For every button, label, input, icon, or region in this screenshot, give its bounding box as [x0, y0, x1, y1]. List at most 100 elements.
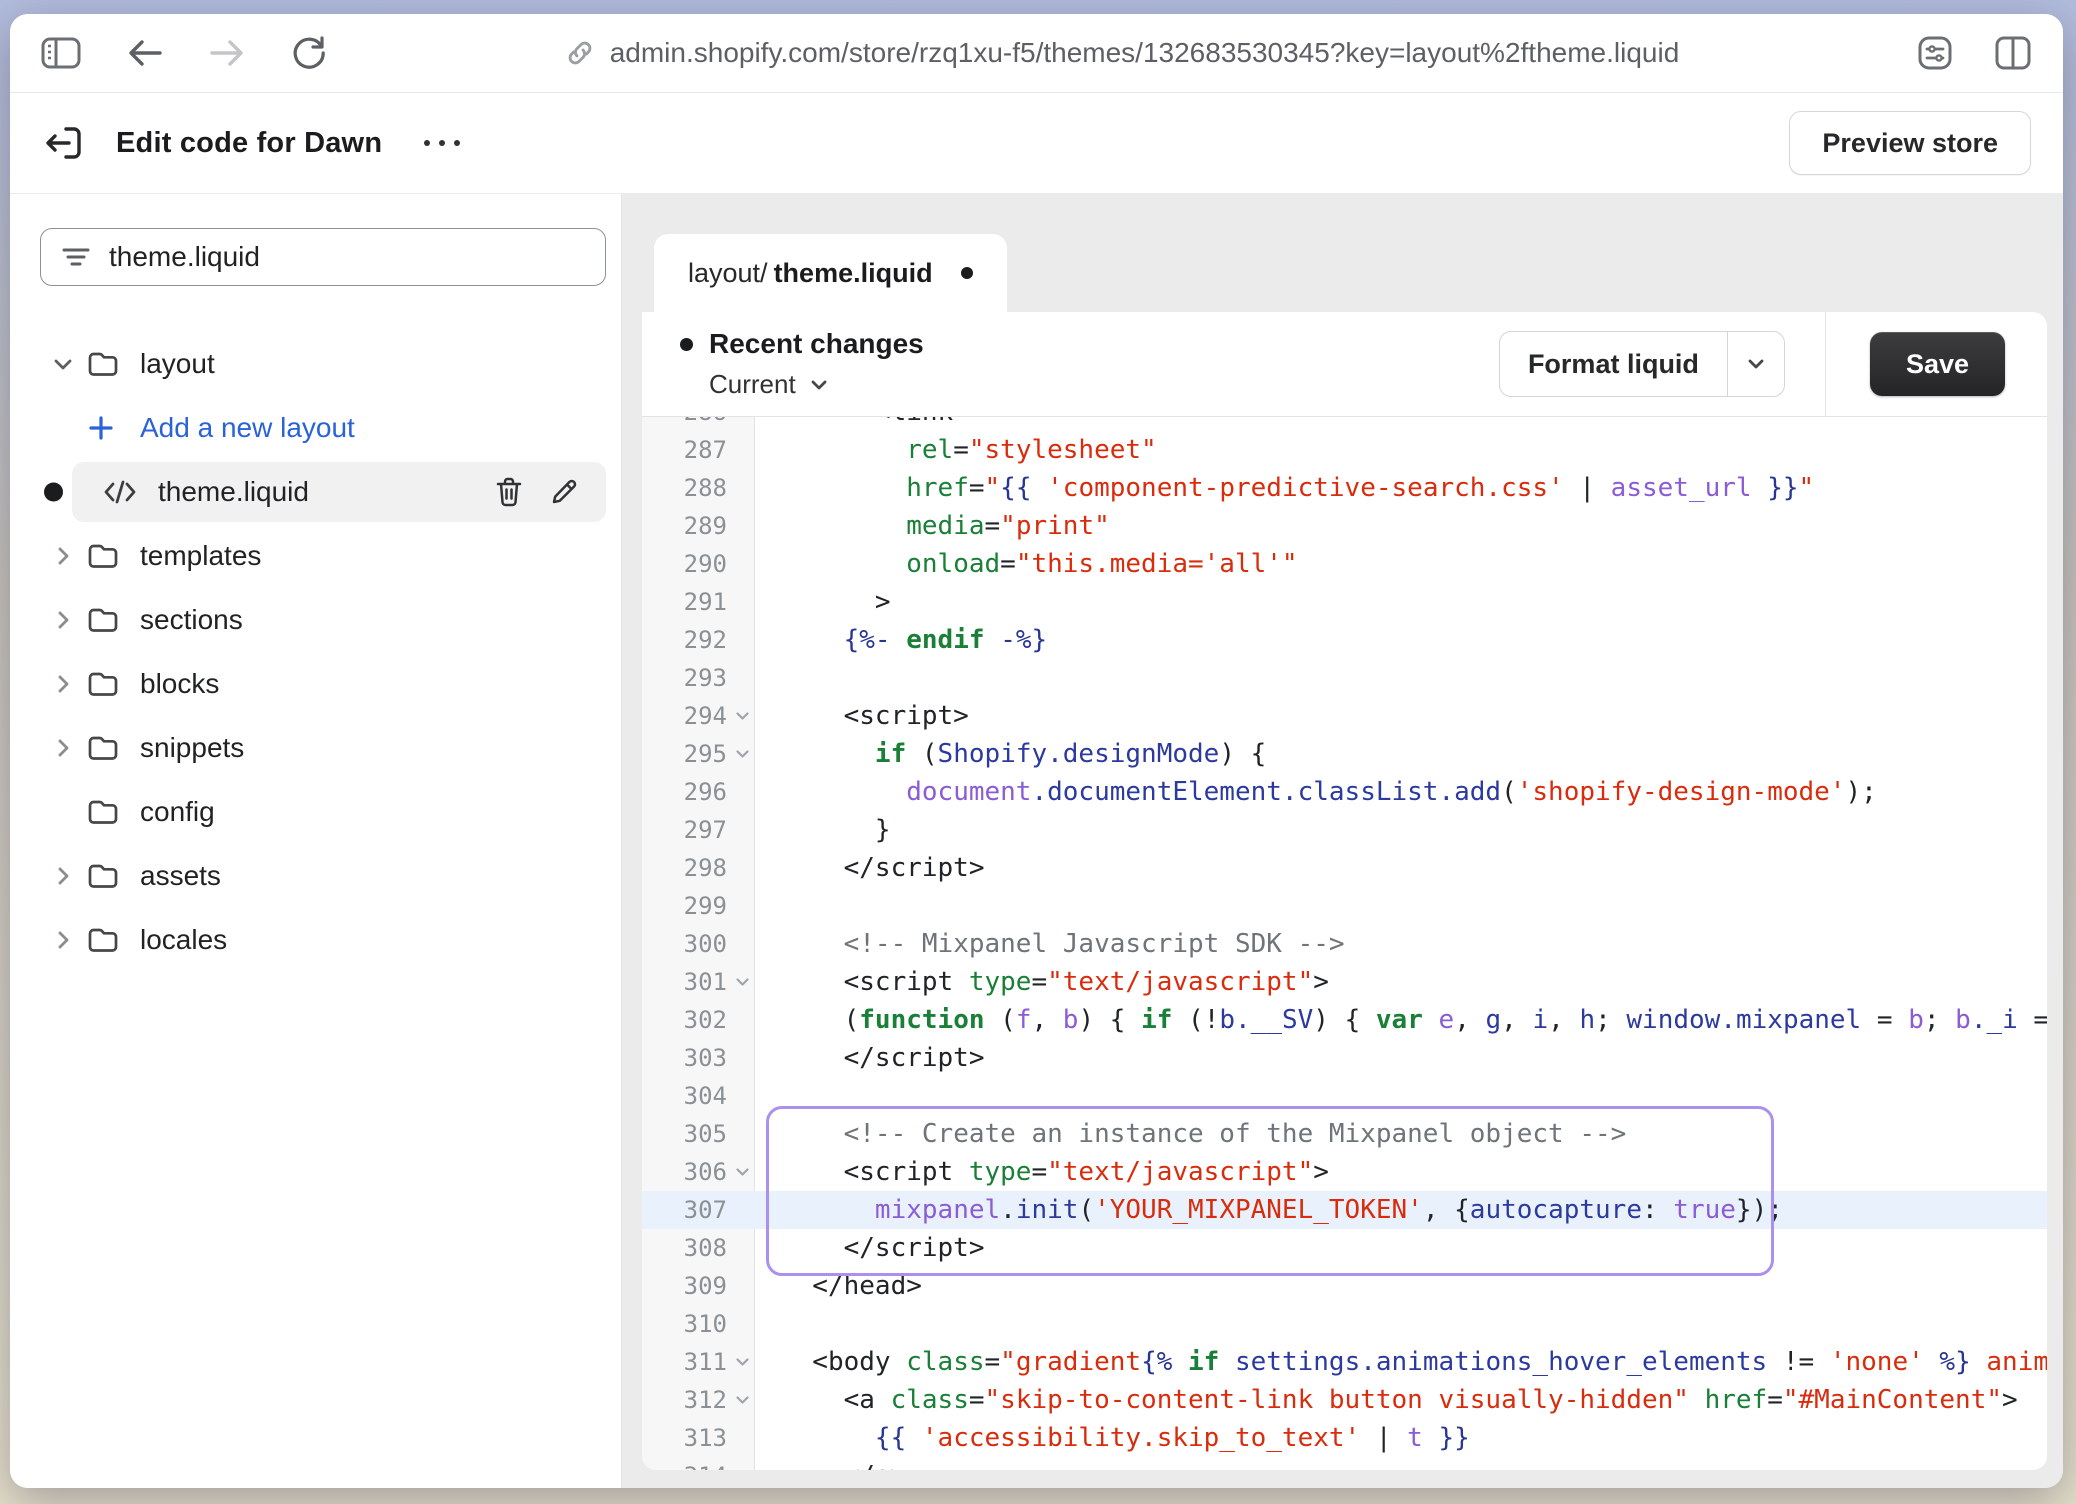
- line-number[interactable]: 302: [642, 1001, 755, 1039]
- code-text[interactable]: [755, 659, 2047, 697]
- code-text[interactable]: <script type="text/javascript">: [755, 1153, 2047, 1191]
- version-dropdown[interactable]: Current: [709, 369, 924, 400]
- code-line-287[interactable]: 287 rel="stylesheet": [642, 431, 2047, 469]
- code-line-304[interactable]: 304: [642, 1077, 2047, 1115]
- split-view-icon[interactable]: [1993, 35, 2033, 71]
- line-number[interactable]: 306: [642, 1153, 755, 1191]
- chevron-right-icon[interactable]: [50, 671, 76, 697]
- line-number[interactable]: 297: [642, 811, 755, 849]
- line-number[interactable]: 303: [642, 1039, 755, 1077]
- sidebar-item-locales[interactable]: locales: [40, 908, 607, 972]
- file-filter-input[interactable]: [109, 241, 585, 273]
- code-text[interactable]: </script>: [755, 1229, 2047, 1267]
- line-number[interactable]: 301: [642, 963, 755, 1001]
- code-text[interactable]: (function (f, b) { if (!b.__SV) { var e,…: [755, 1001, 2047, 1039]
- code-text[interactable]: }: [755, 811, 2047, 849]
- line-number[interactable]: 304: [642, 1077, 755, 1115]
- code-text[interactable]: <link: [755, 417, 2047, 431]
- code-line-314[interactable]: 314 </a>: [642, 1457, 2047, 1470]
- code-line-292[interactable]: 292 {%- endif -%}: [642, 621, 2047, 659]
- code-line-305[interactable]: 305 <!-- Create an instance of the Mixpa…: [642, 1115, 2047, 1153]
- edit-icon[interactable]: [548, 476, 580, 508]
- line-number[interactable]: 308: [642, 1229, 755, 1267]
- code-text[interactable]: <script type="text/javascript">: [755, 963, 2047, 1001]
- page-settings-icon[interactable]: [1915, 33, 1955, 73]
- code-line-311[interactable]: 311 <body class="gradient{% if settings.…: [642, 1343, 2047, 1381]
- code-text[interactable]: </head>: [755, 1267, 2047, 1305]
- line-number[interactable]: 291: [642, 583, 755, 621]
- forward-icon[interactable]: [208, 37, 246, 69]
- code-line-291[interactable]: 291 >: [642, 583, 2047, 621]
- line-number[interactable]: 309: [642, 1267, 755, 1305]
- tab-layout-theme-liquid[interactable]: layout/theme.liquid: [654, 234, 1007, 312]
- code-text[interactable]: if (Shopify.designMode) {: [755, 735, 2047, 773]
- preview-store-button[interactable]: Preview store: [1789, 111, 2031, 175]
- code-line-290[interactable]: 290 onload="this.media='all'": [642, 545, 2047, 583]
- code-text[interactable]: <!-- Mixpanel Javascript SDK -->: [755, 925, 2047, 963]
- sidebar-toggle-icon[interactable]: [40, 35, 82, 71]
- fold-chevron-icon[interactable]: [733, 973, 752, 992]
- fold-chevron-icon[interactable]: [733, 1163, 752, 1182]
- line-number[interactable]: 313: [642, 1419, 755, 1457]
- line-number[interactable]: 295: [642, 735, 755, 773]
- code-line-313[interactable]: 313 {{ 'accessibility.skip_to_text' | t …: [642, 1419, 2047, 1457]
- code-text[interactable]: [755, 1077, 2047, 1115]
- line-number[interactable]: 290: [642, 545, 755, 583]
- code-text[interactable]: <!-- Create an instance of the Mixpanel …: [755, 1115, 2047, 1153]
- fold-chevron-icon[interactable]: [733, 1391, 752, 1410]
- code-text[interactable]: </script>: [755, 849, 2047, 887]
- code-line-293[interactable]: 293: [642, 659, 2047, 697]
- back-icon[interactable]: [126, 37, 164, 69]
- fold-chevron-icon[interactable]: [733, 745, 752, 764]
- chevron-right-icon[interactable]: [50, 607, 76, 633]
- add-new-layout-button[interactable]: Add a new layout: [40, 396, 607, 460]
- line-number[interactable]: 287: [642, 431, 755, 469]
- code-text[interactable]: rel="stylesheet": [755, 431, 2047, 469]
- sidebar-item-snippets[interactable]: snippets: [40, 716, 607, 780]
- code-line-309[interactable]: 309 </head>: [642, 1267, 2047, 1305]
- chevron-right-icon[interactable]: [50, 543, 76, 569]
- code-line-294[interactable]: 294 <script>: [642, 697, 2047, 735]
- reload-icon[interactable]: [290, 34, 328, 72]
- line-number[interactable]: 311: [642, 1343, 755, 1381]
- selected-file-pill[interactable]: theme.liquid: [72, 462, 606, 522]
- fold-chevron-icon[interactable]: [733, 1353, 752, 1372]
- fold-chevron-icon[interactable]: [733, 707, 752, 726]
- rename-file-button[interactable]: [548, 476, 580, 508]
- code-text[interactable]: media="print": [755, 507, 2047, 545]
- code-line-312[interactable]: 312 <a class="skip-to-content-link butto…: [642, 1381, 2047, 1419]
- code-line-302[interactable]: 302 (function (f, b) { if (!b.__SV) { va…: [642, 1001, 2047, 1039]
- code-text[interactable]: mixpanel.init('YOUR_MIXPANEL_TOKEN', {au…: [755, 1191, 2047, 1229]
- sidebar-item-layout[interactable]: layout: [40, 332, 607, 396]
- delete-file-button[interactable]: [494, 476, 524, 508]
- sidebar-item-blocks[interactable]: blocks: [40, 652, 607, 716]
- code-text[interactable]: >: [755, 583, 2047, 621]
- code-line-297[interactable]: 297 }: [642, 811, 2047, 849]
- delete-icon[interactable]: [494, 476, 524, 508]
- format-liquid-button[interactable]: Format liquid: [1500, 332, 1728, 396]
- code-line-286[interactable]: 286 <link: [642, 417, 2047, 431]
- code-line-296[interactable]: 296 document.documentElement.classList.a…: [642, 773, 2047, 811]
- code-editor[interactable]: 286 <link287 rel="stylesheet"288 href="{…: [642, 417, 2047, 1470]
- code-line-308[interactable]: 308 </script>: [642, 1229, 2047, 1267]
- code-line-288[interactable]: 288 href="{{ 'component-predictive-searc…: [642, 469, 2047, 507]
- code-line-299[interactable]: 299: [642, 887, 2047, 925]
- code-text[interactable]: <a class="skip-to-content-link button vi…: [755, 1381, 2047, 1419]
- code-text[interactable]: {%- endif -%}: [755, 621, 2047, 659]
- exit-editor-icon[interactable]: [42, 121, 86, 165]
- line-number[interactable]: 293: [642, 659, 755, 697]
- code-line-295[interactable]: 295 if (Shopify.designMode) {: [642, 735, 2047, 773]
- code-text[interactable]: </script>: [755, 1039, 2047, 1077]
- save-button[interactable]: Save: [1870, 332, 2005, 396]
- code-line-301[interactable]: 301 <script type="text/javascript">: [642, 963, 2047, 1001]
- line-number[interactable]: 294: [642, 697, 755, 735]
- chevron-down-icon[interactable]: [50, 351, 76, 377]
- line-number[interactable]: 298: [642, 849, 755, 887]
- code-text[interactable]: document.documentElement.classList.add('…: [755, 773, 2047, 811]
- code-line-300[interactable]: 300 <!-- Mixpanel Javascript SDK -->: [642, 925, 2047, 963]
- format-liquid-menu-button[interactable]: [1728, 332, 1784, 396]
- line-number[interactable]: 305: [642, 1115, 755, 1153]
- code-line-306[interactable]: 306 <script type="text/javascript">: [642, 1153, 2047, 1191]
- line-number[interactable]: 289: [642, 507, 755, 545]
- more-actions-icon[interactable]: [424, 140, 460, 146]
